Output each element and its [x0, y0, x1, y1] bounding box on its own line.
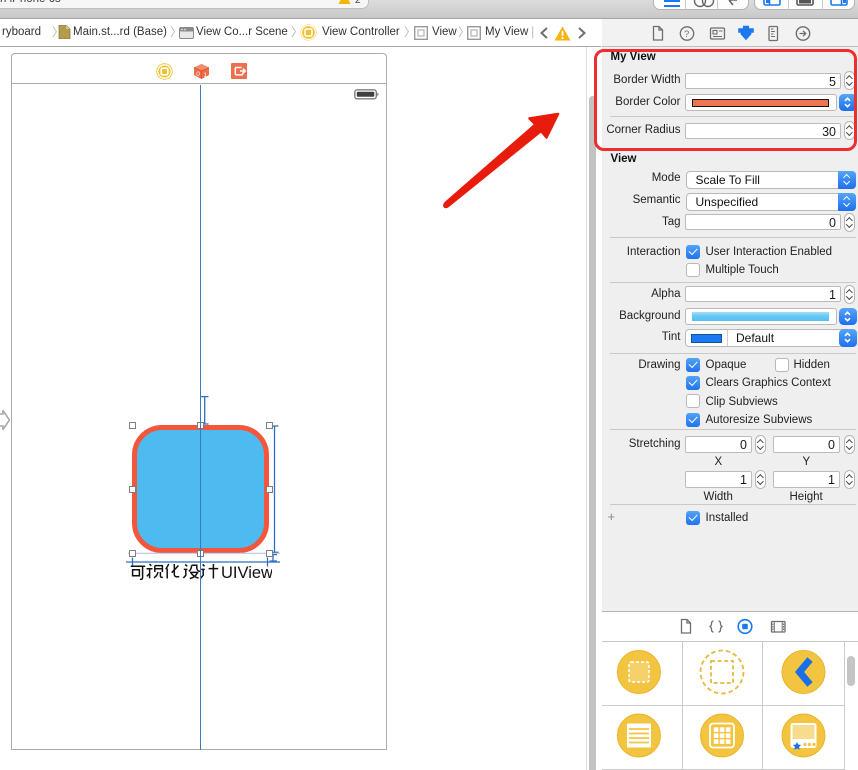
svg-text:UIView: UIView — [221, 564, 272, 581]
svg-text:0: 0 — [196, 71, 200, 78]
svg-text:?: ? — [684, 29, 689, 40]
svg-text:1: 1 — [204, 72, 208, 79]
svg-text:2: 2 — [355, 0, 361, 6]
